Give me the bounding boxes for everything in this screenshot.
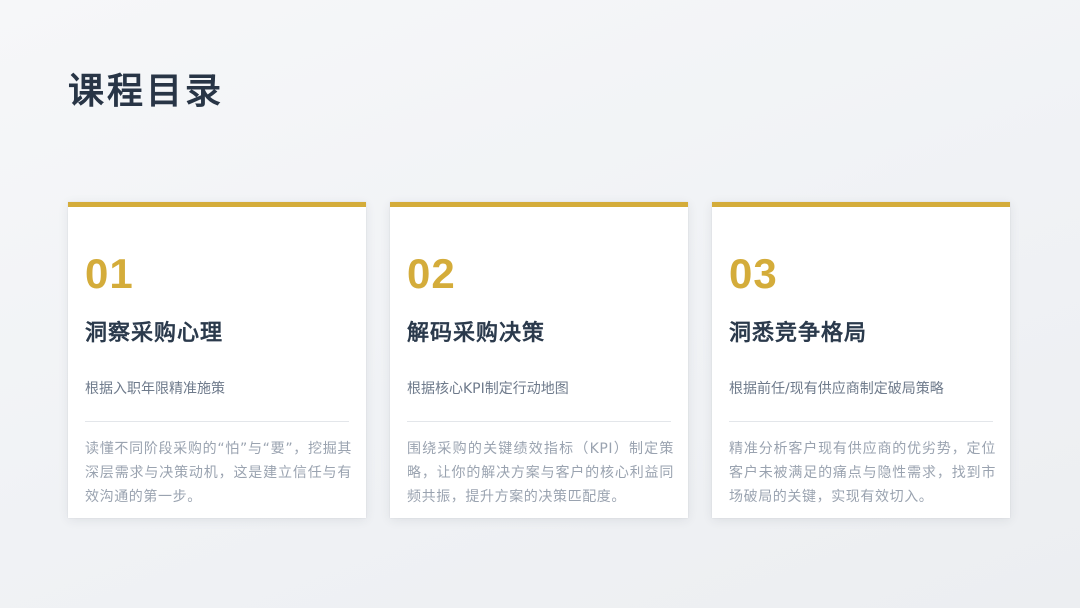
slide: 课程目录 01 洞察采购心理 根据入职年限精准施策 读懂不同阶段采购的“怕”与“… bbox=[0, 0, 1080, 608]
card-accent-bar bbox=[390, 202, 688, 207]
card-number: 01 bbox=[85, 250, 134, 297]
course-card-list: 01 洞察采购心理 根据入职年限精准施策 读懂不同阶段采购的“怕”与“要”，挖掘… bbox=[68, 202, 1012, 518]
card-subtitle: 根据入职年限精准施策 bbox=[85, 381, 225, 397]
card-accent-bar bbox=[712, 202, 1010, 207]
card-title: 洞察采购心理 bbox=[85, 321, 224, 346]
card-description: 精准分析客户现有供应商的优劣势，定位客户未被满足的痛点与隐性需求，找到市场破局的… bbox=[729, 441, 996, 505]
card-subtitle: 根据前任/现有供应商制定破局策略 bbox=[729, 381, 944, 397]
card-number: 03 bbox=[729, 250, 778, 297]
page-title: 课程目录 bbox=[68, 71, 225, 112]
course-card: 01 洞察采购心理 根据入职年限精准施策 读懂不同阶段采购的“怕”与“要”，挖掘… bbox=[68, 202, 366, 518]
card-accent-bar bbox=[68, 202, 366, 207]
card-subtitle: 根据核心KPI制定行动地图 bbox=[407, 381, 569, 397]
card-number: 02 bbox=[407, 250, 456, 297]
course-card: 03 洞悉竞争格局 根据前任/现有供应商制定破局策略 精准分析客户现有供应商的优… bbox=[712, 202, 1010, 518]
card-divider bbox=[85, 421, 349, 422]
card-divider bbox=[407, 421, 671, 422]
card-divider bbox=[729, 421, 993, 422]
card-description: 读懂不同阶段采购的“怕”与“要”，挖掘其深层需求与决策动机，这是建立信任与有效沟… bbox=[85, 441, 352, 505]
card-title: 解码采购决策 bbox=[407, 321, 546, 346]
card-title: 洞悉竞争格局 bbox=[729, 321, 868, 346]
course-card: 02 解码采购决策 根据核心KPI制定行动地图 围绕采购的关键绩效指标（KPI）… bbox=[390, 202, 688, 518]
card-description: 围绕采购的关键绩效指标（KPI）制定策略，让你的解决方案与客户的核心利益同频共振… bbox=[407, 441, 674, 505]
